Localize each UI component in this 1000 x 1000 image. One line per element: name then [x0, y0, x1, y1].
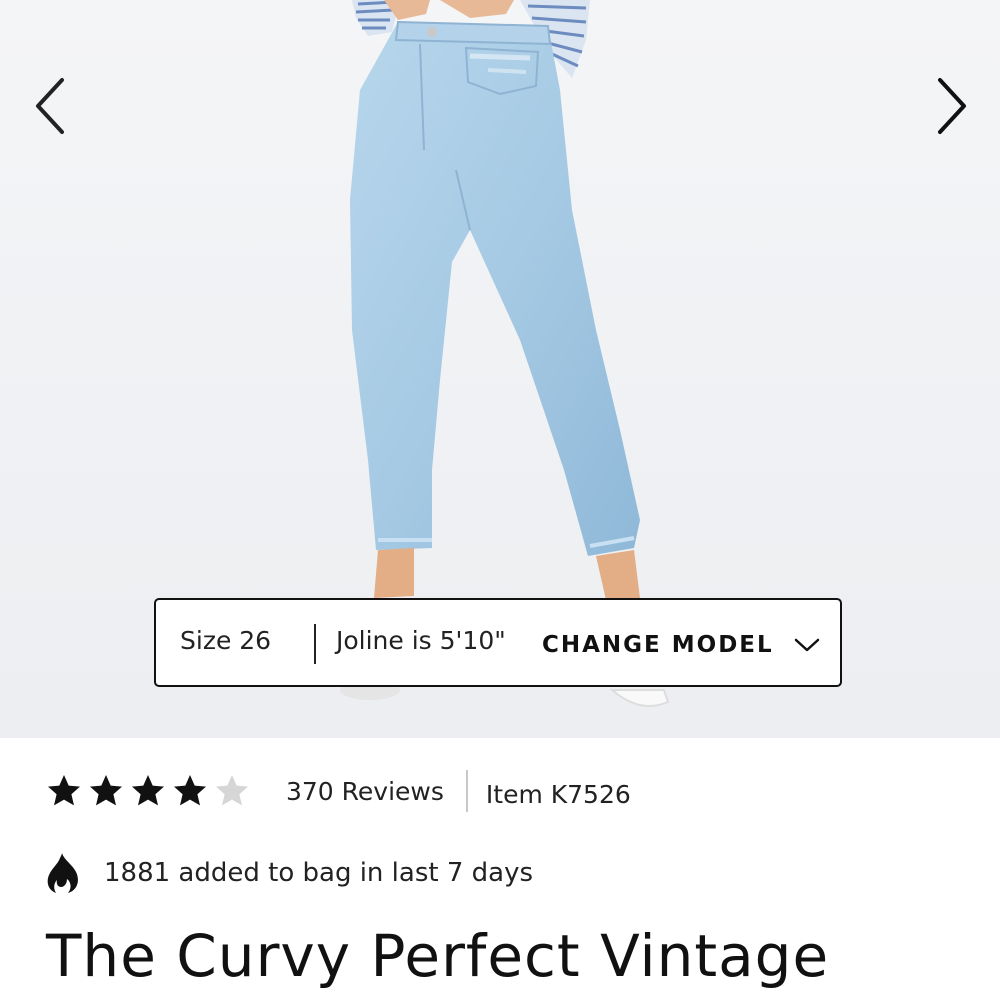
change-model-label: CHANGE MODEL — [542, 632, 774, 658]
item-number: Item K7526 — [485, 779, 631, 809]
product-image-gallery[interactable]: Size 26 Joline is 5'10" CHANGE MODEL — [0, 0, 1000, 738]
product-page: Size 26 Joline is 5'10" CHANGE MODEL 370… — [0, 0, 1000, 1000]
star-filled-icon — [90, 775, 122, 806]
flame-icon — [47, 853, 78, 893]
added-to-bag-text: 1881 added to bag in last 7 days — [104, 858, 534, 888]
rating-row: 370 Reviews Item K7526 — [46, 766, 631, 816]
reviews-link[interactable]: 370 Reviews — [286, 777, 444, 806]
chevron-left-icon — [36, 78, 64, 134]
model-height-label: Joline is 5'10" — [336, 626, 506, 655]
product-title: The Curvy Perfect Vintage — [46, 922, 830, 990]
rating-divider — [465, 770, 468, 812]
social-proof: 1881 added to bag in last 7 days — [46, 848, 533, 898]
previous-image-button[interactable] — [22, 70, 78, 142]
model-bar-divider — [314, 624, 316, 664]
star-rating[interactable] — [46, 773, 250, 809]
chevron-right-icon — [938, 78, 966, 134]
change-model-button[interactable]: CHANGE MODEL — [542, 628, 820, 662]
next-image-button[interactable] — [924, 70, 980, 142]
model-size-label: Size 26 — [180, 626, 272, 655]
star-filled-icon — [132, 775, 164, 806]
star-empty-icon — [216, 775, 248, 806]
star-filled-icon — [174, 775, 206, 806]
model-info-bar: Size 26 Joline is 5'10" CHANGE MODEL — [154, 598, 842, 687]
chevron-down-icon — [794, 637, 820, 653]
star-filled-icon — [48, 775, 80, 806]
